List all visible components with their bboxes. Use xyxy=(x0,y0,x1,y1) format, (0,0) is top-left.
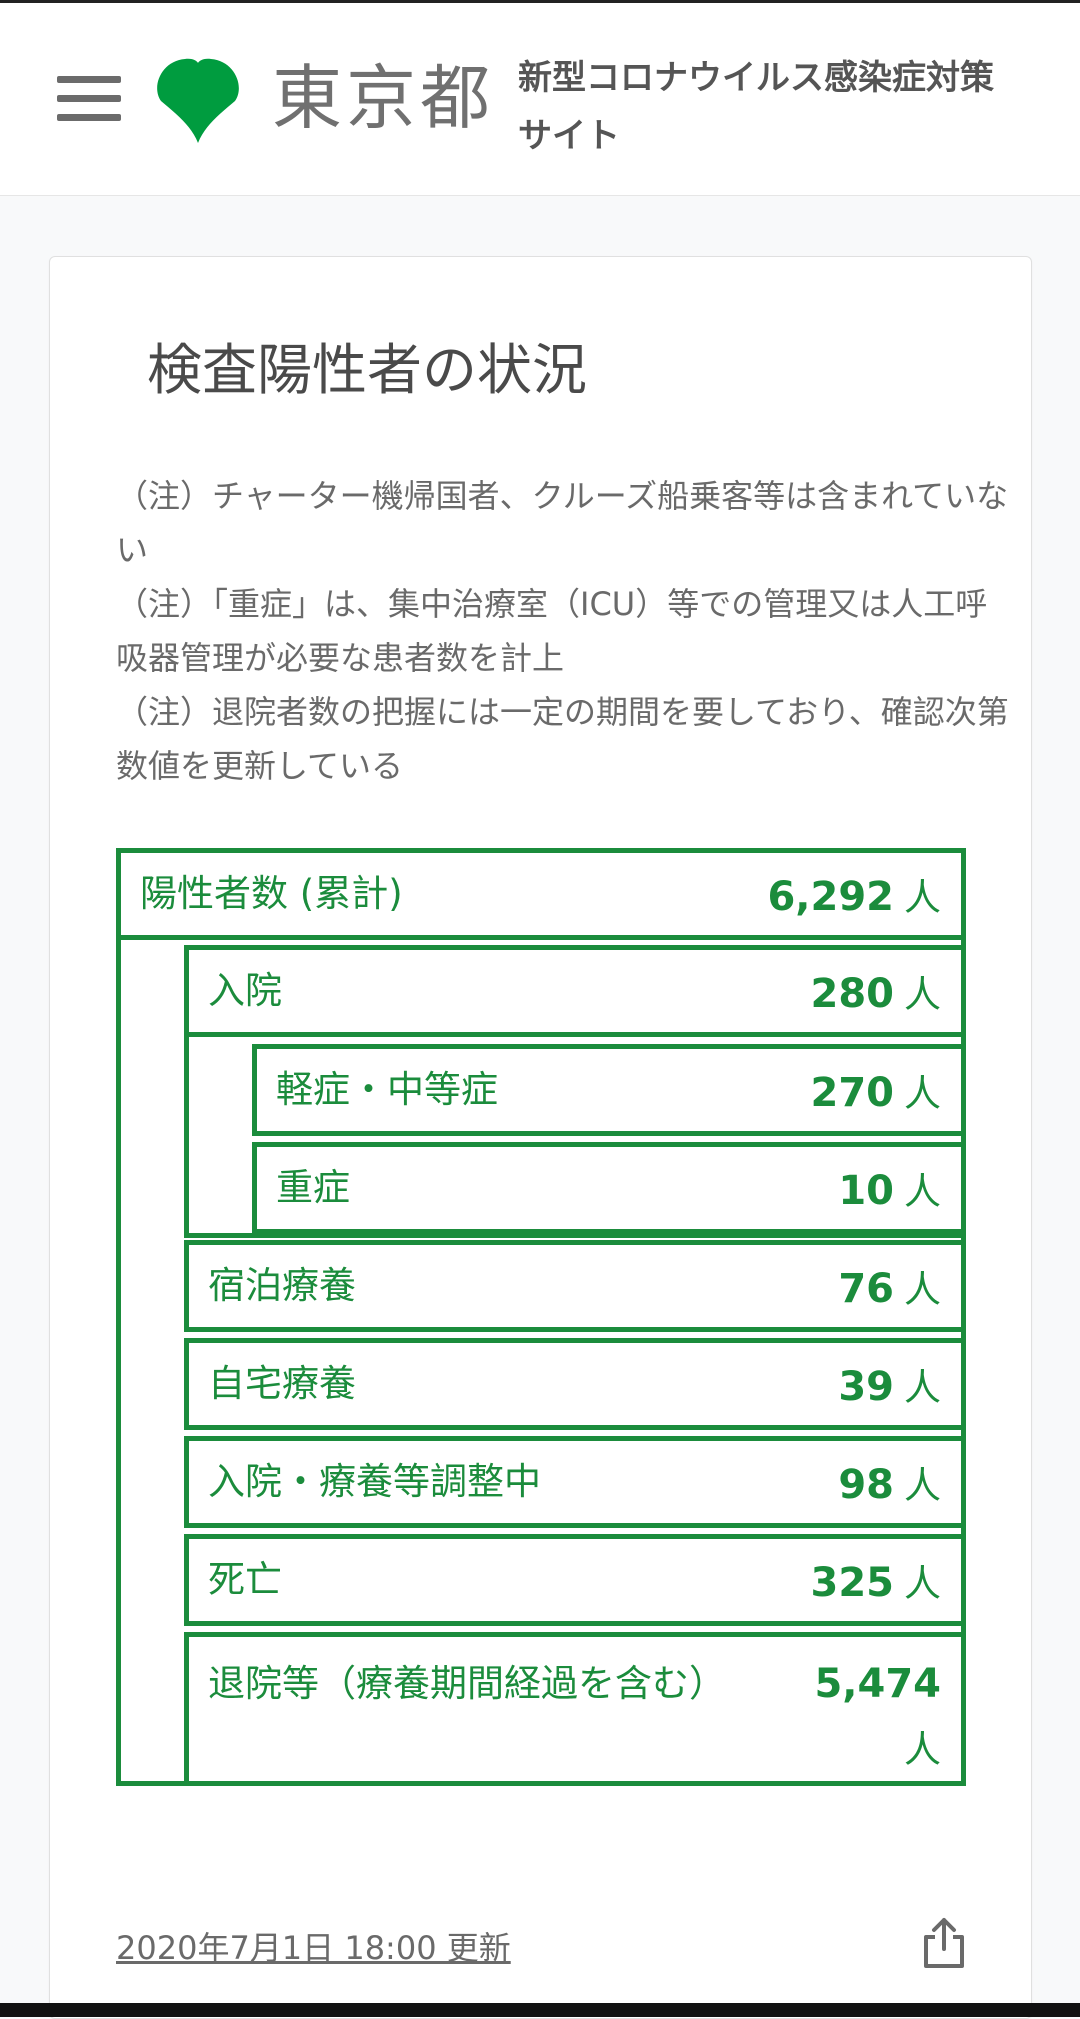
row-unit: 人 xyxy=(904,1072,941,1115)
row-label: 入院・療養等調整中 xyxy=(208,1460,541,1503)
row-value: 39 xyxy=(838,1364,894,1410)
row-unit: 人 xyxy=(904,1464,941,1507)
row-label: 死亡 xyxy=(208,1558,282,1601)
row-label: 入院 xyxy=(208,969,282,1012)
row-adjusting: 入院・療養等調整中 98 人 xyxy=(184,1436,966,1528)
row-unit: 人 xyxy=(904,1562,941,1605)
row-label: 軽症・中等症 xyxy=(276,1068,498,1111)
site-title[interactable]: 新型コロナウイルス感染症対策サイト xyxy=(518,49,998,165)
ginkgo-logo-icon[interactable] xyxy=(155,57,241,143)
row-hospitalized: 入院 280 人 xyxy=(184,945,966,1037)
row-value: 325 xyxy=(810,1560,895,1606)
bottom-bar xyxy=(0,2003,1080,2017)
positive-status-card: 検査陽性者の状況 （注）チャーター機帰国者、クルーズ船乗客等は含まれていない （… xyxy=(49,256,1032,2019)
row-home-care: 自宅療養 39 人 xyxy=(184,1338,966,1430)
row-value: 76 xyxy=(838,1266,894,1312)
row-label: 退院等（療養期間経過を含む） xyxy=(208,1662,726,1705)
row-value: 98 xyxy=(838,1462,894,1508)
status-tree: 陽性者数 (累計) 6,292 人 入院 280 人 軽症・中等症 270 人 重症 … xyxy=(116,848,966,1786)
card-title: 検査陽性者の状況 xyxy=(147,338,588,402)
row-label: 重症 xyxy=(276,1166,350,1209)
row-value: 6,292 xyxy=(767,874,894,920)
site-header: 東京都 新型コロナウイルス感染症対策サイト xyxy=(0,3,1080,196)
row-unit: 人 xyxy=(904,1268,941,1311)
row-positive-total: 陽性者数 (累計) 6,292 人 xyxy=(116,848,966,940)
row-unit: 人 xyxy=(904,1728,941,1771)
row-unit: 人 xyxy=(904,1170,941,1213)
row-unit: 人 xyxy=(904,1366,941,1409)
row-value: 270 xyxy=(810,1070,895,1116)
share-icon[interactable] xyxy=(922,1917,966,1969)
row-label: 陽性者数 (累計) xyxy=(140,872,403,915)
row-severe: 重症 10 人 xyxy=(252,1142,966,1234)
row-discharged: 退院等（療養期間経過を含む） 5,474 人 xyxy=(184,1632,966,1786)
notes: （注）チャーター機帰国者、クルーズ船乗客等は含まれていない （注）「重症」は、集… xyxy=(116,469,1016,793)
row-label: 自宅療養 xyxy=(208,1362,356,1405)
logo-text[interactable]: 東京都 xyxy=(272,58,494,138)
row-deaths: 死亡 325 人 xyxy=(184,1534,966,1626)
note-discharge: （注）退院者数の把握には一定の期間を要しており、確認次第数値を更新している xyxy=(116,693,1009,785)
row-value: 5,474 xyxy=(814,1661,941,1707)
row-value: 280 xyxy=(810,971,895,1017)
row-unit: 人 xyxy=(904,876,941,919)
row-label: 宿泊療養 xyxy=(208,1264,356,1307)
menu-icon[interactable] xyxy=(57,76,121,122)
row-hotel-care: 宿泊療養 76 人 xyxy=(184,1240,966,1332)
note-charter: （注）チャーター機帰国者、クルーズ船乗客等は含まれていない xyxy=(116,477,1009,569)
note-severe-definition: （注）「重症」は、集中治療室（ICU）等での管理又は人工呼吸器管理が必要な患者数… xyxy=(116,585,988,677)
row-mild-moderate: 軽症・中等症 270 人 xyxy=(252,1044,966,1136)
updated-timestamp[interactable]: 2020年7月1日 18:00 更新 xyxy=(116,1923,511,1969)
row-value: 10 xyxy=(838,1168,894,1214)
row-unit: 人 xyxy=(904,973,941,1016)
